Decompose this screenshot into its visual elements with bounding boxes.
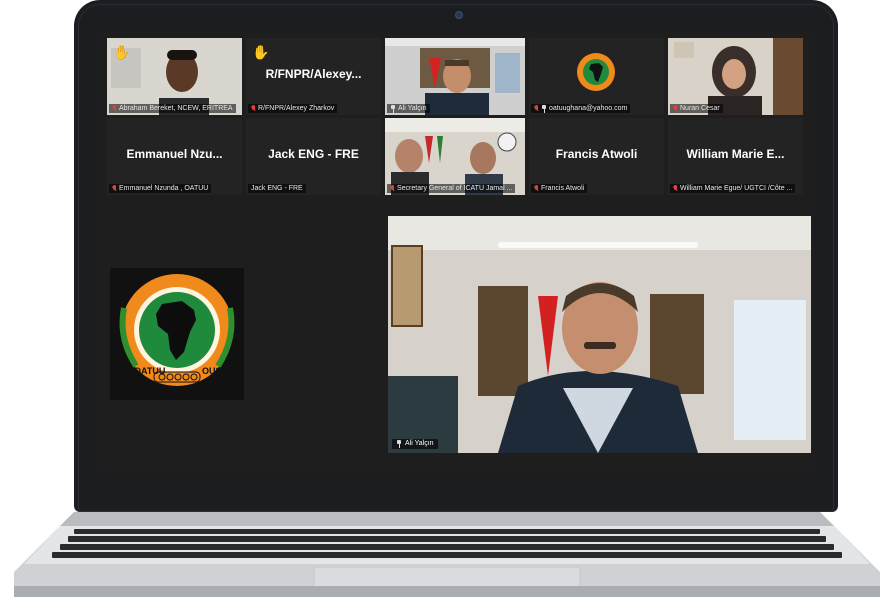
participant-tile[interactable]: Emmanuel Nzu... Emmanuel Nzunda , OATUU [107,118,242,195]
participant-name: Francis Atwoli [541,185,585,192]
participant-tile-active-speaker[interactable]: Ali Yalçın [385,38,525,115]
raised-hand-icon: ✋ [113,44,131,60]
participant-label: Jack ENG - FRE [248,184,306,193]
participant-name: R/FNPR/Alexey Zharkov [258,105,335,112]
pin-icon [541,104,547,113]
participant-label: Francis Atwoli [531,184,588,193]
spotlight-video-tile[interactable]: Ali Yalçın [388,216,811,453]
participant-tile[interactable]: Secretary General of ICATU Jamal ... [385,118,525,195]
raised-hand-icon: ✋ [252,44,270,60]
logo-tile[interactable]: OATUU OUSA [97,216,386,456]
spotlight-video [388,216,811,453]
mic-muted-icon [534,104,539,113]
participant-name: Ali Yalçın [398,105,427,112]
participant-label: Ali Yalçın [387,104,430,113]
participant-label: Abraham Bereket, NCEW, ERITREA [109,104,236,113]
participant-label: William Marie Egue/ UGTCI /Côte ... [670,184,796,193]
pin-icon [390,104,396,113]
participant-tile[interactable]: oatuughana@yahoo.com [529,38,664,115]
participant-name: Jack ENG - FRE [251,185,303,192]
mic-muted-icon [673,104,678,113]
participant-name: Abraham Bereket, NCEW, ERITREA [119,105,233,112]
participant-name: Secretary General of ICATU Jamal ... [397,185,513,192]
participant-label: Nuran Cesar [670,104,723,113]
pin-icon [396,440,402,448]
laptop-keyboard-deck [14,512,880,597]
mic-muted-icon [112,184,117,193]
participant-display-name: William Marie E... [686,146,785,161]
mic-muted-icon [112,104,117,113]
participant-display-name: Emmanuel Nzu... [126,146,223,161]
participant-tile[interactable]: Nuran Cesar [668,38,803,115]
logo-text-right: OUSA [202,366,229,376]
webcam [455,11,463,19]
mic-muted-icon [673,184,678,193]
participant-name: Emmanuel Nzunda , OATUU [119,185,209,192]
participant-display-name: Francis Atwoli [555,146,638,161]
participant-tile[interactable]: William Marie E... William Marie Egue/ U… [668,118,803,195]
participant-display-name: R/FNPR/Alexey... [265,66,362,81]
participant-tile[interactable]: ✋ R/FNPR/Alexey... R/FNPR/Alexey Zharkov [246,38,381,115]
oatuu-emblem: OATUU OUSA [119,274,235,386]
participant-tile[interactable]: Francis Atwoli Francis Atwoli [529,118,664,195]
participant-tile[interactable]: Jack ENG - FRE Jack ENG - FRE [246,118,381,195]
video-conference-screen: ✋ Abraham Bereket, NCEW, ERITREA ✋ R/FNP… [97,31,813,475]
mic-muted-icon [390,184,395,193]
participant-tile[interactable]: ✋ Abraham Bereket, NCEW, ERITREA [107,38,242,115]
mic-muted-icon [534,184,539,193]
oatuu-logo: OATUU OUSA [110,268,244,400]
logo-text-left: OATUU [134,366,165,376]
mic-muted-icon [251,104,256,113]
oatuu-logo-small [577,53,615,91]
participant-name: oatuughana@yahoo.com [549,105,628,112]
spotlight-label: Ali Yalçın [392,439,438,449]
spotlight-name: Ali Yalçın [405,440,434,447]
participant-label: Emmanuel Nzunda , OATUU [109,184,212,193]
participant-label: Secretary General of ICATU Jamal ... [387,184,516,193]
participant-name: Nuran Cesar [680,105,720,112]
participant-name: William Marie Egue/ UGTCI /Côte ... [680,185,793,192]
participant-label: oatuughana@yahoo.com [531,104,631,113]
participant-label: R/FNPR/Alexey Zharkov [248,104,338,113]
participant-display-name: Jack ENG - FRE [268,146,359,161]
